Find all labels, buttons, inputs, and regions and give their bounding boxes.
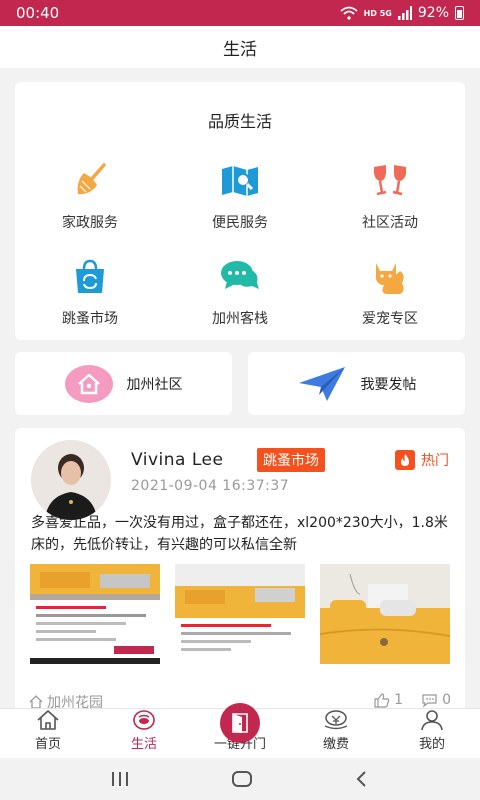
like-count: 1 xyxy=(394,692,404,708)
tab-payment[interactable]: 缴费 xyxy=(288,709,384,758)
paper-plane-icon xyxy=(298,366,345,401)
quality-life-card: 品质生活 家政服务 便民服务 社区活动 跳蚤市场 加州客栈 爱宠专区 xyxy=(15,82,465,340)
status-bar: 00:40 HD 5G 92% xyxy=(0,0,480,26)
post-image[interactable] xyxy=(30,564,160,664)
home-icon xyxy=(36,709,60,731)
post-author[interactable]: Vivina Lee xyxy=(131,450,223,470)
wifi-icon xyxy=(340,6,358,20)
grid-item-label: 爱宠专区 xyxy=(362,311,418,327)
shopping-bag-icon xyxy=(67,254,113,300)
user-icon xyxy=(420,709,444,731)
back-icon[interactable] xyxy=(354,770,370,788)
avatar[interactable] xyxy=(31,440,111,520)
category-tag[interactable]: 跳蚤市场 xyxy=(257,448,325,472)
network-type: HD 5G xyxy=(363,8,392,18)
recent-apps-icon[interactable] xyxy=(110,771,130,787)
page-title-bar: 生活 xyxy=(0,26,480,68)
grid-item-label: 加州客栈 xyxy=(212,311,268,327)
cat-icon xyxy=(367,254,413,300)
post-image[interactable] xyxy=(320,564,450,664)
grid-item-housekeeping[interactable]: 家政服务 xyxy=(15,158,165,232)
post-content[interactable]: 多喜爱正品，一次没有用过，盒子都还在，xl200*230大小，1.8米床的，先低… xyxy=(31,512,451,556)
grid-item-label: 跳蚤市场 xyxy=(62,311,118,327)
home-nav-icon[interactable] xyxy=(231,770,253,788)
post-card[interactable]: Vivina Lee 跳蚤市场 热门 2021-09-04 16:37:37 多… xyxy=(15,428,465,718)
hot-badge: 热门 xyxy=(395,450,449,470)
battery-icon xyxy=(455,6,464,20)
payment-icon xyxy=(323,709,349,731)
tab-home[interactable]: 首页 xyxy=(0,709,96,758)
post-image[interactable] xyxy=(175,564,305,664)
comment-button[interactable]: 0 xyxy=(421,692,451,708)
tab-open-door[interactable]: 一键开门 xyxy=(192,703,288,758)
system-nav-bar xyxy=(0,758,480,800)
grid-item-label: 便民服务 xyxy=(212,215,268,231)
life-icon xyxy=(132,709,156,731)
status-icons: HD 5G 92% xyxy=(340,5,464,21)
community-label: 加州社区 xyxy=(126,376,183,393)
bottom-tab-bar: 首页 生活 一键开门 缴费 我的 xyxy=(0,703,480,758)
section-title: 品质生活 xyxy=(207,112,272,131)
create-post-label: 我要发帖 xyxy=(360,376,417,393)
like-button[interactable]: 1 xyxy=(374,692,403,708)
thumbs-up-icon xyxy=(374,692,390,708)
tab-mine[interactable]: 我的 xyxy=(384,709,480,758)
comment-count: 0 xyxy=(442,692,451,708)
tab-label: 生活 xyxy=(130,737,157,752)
chat-bubble-icon xyxy=(217,254,263,300)
comment-icon xyxy=(422,693,437,708)
hot-label: 热门 xyxy=(421,453,449,469)
grid-item-inn[interactable]: 加州客栈 xyxy=(165,254,315,328)
tab-label: 首页 xyxy=(34,737,61,752)
signal-icon xyxy=(397,6,412,20)
grid-item-flea-market[interactable]: 跳蚤市场 xyxy=(15,254,165,328)
house-icon xyxy=(64,364,113,403)
wine-glasses-icon xyxy=(367,158,413,204)
door-icon[interactable] xyxy=(220,703,260,743)
create-post-button[interactable]: 我要发帖 xyxy=(248,352,465,415)
status-time: 00:40 xyxy=(16,4,60,22)
post-time: 2021-09-04 16:37:37 xyxy=(131,478,290,494)
broom-icon xyxy=(67,158,113,204)
fire-icon xyxy=(395,450,415,470)
grid-item-community-activity[interactable]: 社区活动 xyxy=(315,158,465,232)
battery-percent: 92% xyxy=(417,5,449,21)
community-button[interactable]: 加州社区 xyxy=(15,352,232,415)
home-small-icon xyxy=(29,695,43,709)
tab-label: 缴费 xyxy=(322,737,349,752)
tab-label: 我的 xyxy=(418,737,445,752)
grid-item-label: 家政服务 xyxy=(62,215,118,231)
grid-item-pets[interactable]: 爱宠专区 xyxy=(315,254,465,328)
grid-item-label: 社区活动 xyxy=(362,215,418,231)
map-icon xyxy=(217,158,263,204)
grid-item-convenience[interactable]: 便民服务 xyxy=(165,158,315,232)
post-stats: 1 0 xyxy=(374,692,451,708)
tab-life[interactable]: 生活 xyxy=(96,709,192,758)
page-title: 生活 xyxy=(223,39,257,60)
